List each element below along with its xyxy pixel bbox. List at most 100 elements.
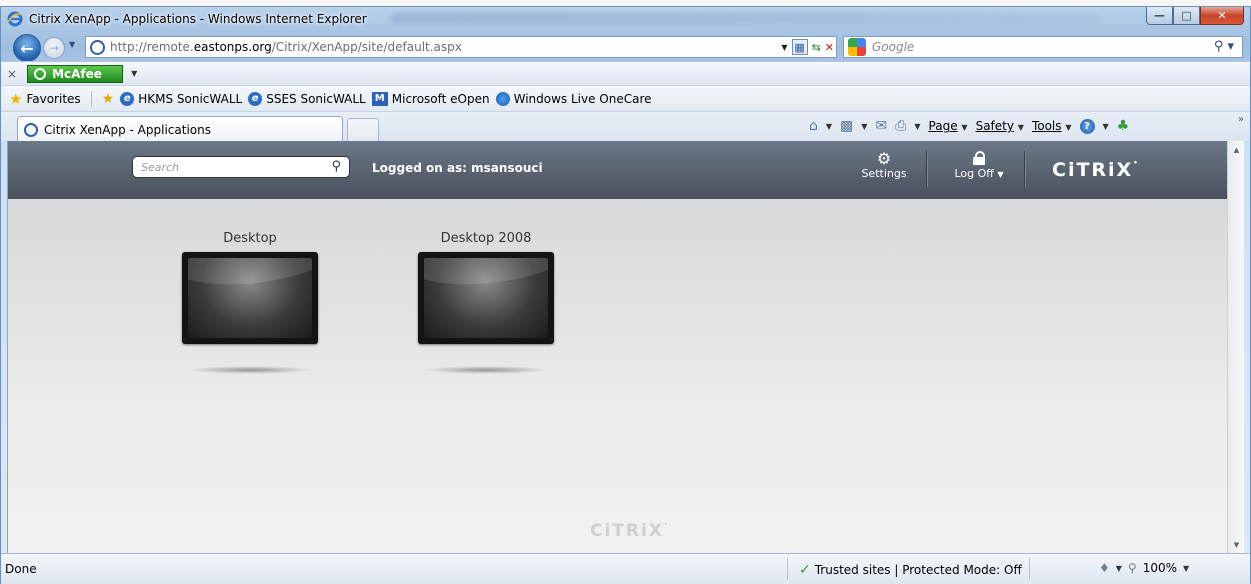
gear-icon: ⚙ (876, 149, 892, 168)
lock-icon (973, 151, 985, 165)
close-toolbar-icon[interactable]: × (7, 67, 17, 81)
mcafee-icon (34, 67, 47, 80)
log-off-button[interactable]: Log Off ▼ (948, 151, 1010, 180)
address-tools: ▼ ▦ ⇆ ✕ (781, 39, 834, 55)
window-controls: — □ ✕ (1146, 7, 1244, 25)
print-icon[interactable]: ⎙ (895, 118, 906, 134)
page-content: Search ⚲ Logged on as: msansouci ⚙ Setti… (7, 141, 1227, 553)
citrix-logo: CiTRiX• (1052, 159, 1140, 181)
page-icon (90, 39, 105, 55)
zoom-dropdown-icon[interactable]: ▼ (1183, 564, 1189, 573)
favorites-button[interactable]: ★ Favorites (9, 90, 81, 108)
app-desktop[interactable]: Desktop (182, 231, 318, 374)
favorite-label: Microsoft eOpen (391, 91, 490, 106)
address-dropdown-icon[interactable]: ▼ (781, 43, 787, 52)
print-dropdown-icon[interactable]: ▼ (914, 122, 920, 131)
back-button[interactable]: ← (13, 34, 41, 62)
search-icon[interactable]: ⚲ (331, 159, 341, 174)
status-right: ♦ ▼ ⚲ 100% ▼ (1099, 561, 1189, 575)
windows-live-icon (495, 91, 510, 106)
mcafee-label: McAfee (52, 66, 102, 81)
app-desktop-2008[interactable]: Desktop 2008 (418, 231, 554, 374)
status-divider (1029, 558, 1030, 580)
new-tab-button[interactable] (347, 118, 379, 142)
settings-label: Settings (861, 167, 907, 180)
google-icon (848, 38, 866, 56)
research-icon[interactable]: ♣ (1117, 118, 1130, 134)
security-zone[interactable]: ✓ Trusted sites | Protected Mode: Off (799, 562, 1022, 578)
chevron-right-icon[interactable]: » (1238, 114, 1244, 125)
stop-icon[interactable]: ✕ (825, 41, 834, 54)
vertical-scrollbar[interactable]: ▲ ▼ (1227, 141, 1244, 553)
check-icon: ✓ (799, 562, 811, 578)
search-placeholder: Google (872, 40, 915, 54)
mcafee-dropdown-icon[interactable]: ▼ (131, 69, 137, 78)
applications-area: Desktop Desktop 2008 CiTRiX• (8, 199, 1227, 553)
refresh-icon[interactable]: ⇆ (812, 41, 821, 54)
tab-bar: Citrix XenApp - Applications ⌂ ▼ ▩ ▼ ✉ ⎙ ▼ … (1, 111, 1250, 142)
help-icon[interactable]: ? (1079, 118, 1095, 134)
home-dropdown-icon[interactable]: ▼ (826, 122, 832, 131)
mcafee-toolbar: × McAfee ▼ (1, 61, 1250, 85)
mcafee-button[interactable]: McAfee (27, 64, 124, 83)
settings-button[interactable]: ⚙ Settings (858, 149, 910, 181)
close-button[interactable]: ✕ (1200, 7, 1244, 25)
forward-button[interactable]: → (43, 37, 65, 59)
address-url[interactable]: http://remote.eastonps.org/Citrix/XenApp… (110, 40, 462, 54)
desktop-monitor-icon[interactable] (182, 252, 318, 344)
feed-dropdown-icon[interactable]: ▼ (861, 122, 867, 131)
home-icon[interactable]: ⌂ (809, 118, 818, 134)
citrix-header: Search ⚲ Logged on as: msansouci ⚙ Setti… (8, 141, 1227, 199)
zoom-level[interactable]: 100% (1143, 561, 1177, 575)
log-off-label: Log Off (954, 167, 994, 180)
page-icon (24, 122, 38, 137)
status-bar: Done ✓ Trusted sites | Protected Mode: O… (1, 553, 1250, 584)
microsoft-icon: M (371, 91, 388, 106)
tab-label: Citrix XenApp - Applications (44, 122, 211, 137)
page-menu[interactable]: Page ▼ (929, 119, 968, 133)
history-dropdown-icon[interactable]: ▼ (69, 40, 75, 49)
help-dropdown-icon[interactable]: ▼ (1103, 122, 1109, 131)
search-icon[interactable]: ⚲ ▾ (1214, 39, 1234, 54)
favorites-divider (90, 90, 92, 107)
favorite-item[interactable]: e HKMS SonicWALL (120, 91, 243, 106)
app-name: Desktop 2008 (440, 231, 532, 246)
citrix-footer-logo: CiTRiX• (590, 521, 670, 541)
ie-icon: e (120, 91, 135, 106)
rss-feed-icon[interactable]: ▩ (840, 118, 853, 134)
safety-menu[interactable]: Safety ▼ (976, 119, 1024, 133)
logged-on-label: Logged on as: msansouci (372, 161, 543, 175)
scroll-up-icon[interactable]: ▲ (1228, 141, 1245, 158)
background-window-title (391, 12, 1101, 24)
favorites-bar: ★ Favorites ★ e HKMS SonicWALL e SSES So… (1, 85, 1250, 111)
zone-dropdown-icon[interactable]: ▼ (1116, 564, 1122, 573)
desktop-monitor-icon[interactable] (418, 252, 554, 344)
tools-menu[interactable]: Tools ▼ (1032, 119, 1072, 133)
monitor-shadow (424, 366, 548, 374)
address-bar[interactable]: http://remote.eastonps.org/Citrix/XenApp… (85, 36, 837, 58)
header-divider (926, 151, 927, 187)
star-icon: ★ (9, 89, 23, 108)
favorite-item[interactable]: e SSES SonicWALL (248, 91, 366, 106)
compatibility-view-icon[interactable]: ▦ (791, 39, 808, 55)
tab-citrix-xenapp[interactable]: Citrix XenApp - Applications (17, 116, 343, 142)
scroll-down-icon[interactable]: ▼ (1228, 536, 1245, 553)
zoom-icon[interactable]: ⚲ (1128, 561, 1137, 575)
app-name: Desktop (223, 231, 277, 246)
status-divider (787, 558, 788, 580)
favorite-item[interactable]: M Microsoft eOpen (371, 91, 490, 106)
favorite-label: SSES SonicWALL (266, 91, 366, 106)
read-mail-icon[interactable]: ✉ (875, 118, 887, 134)
favorite-label: HKMS SonicWALL (138, 91, 243, 106)
search-provider-box[interactable]: Google ⚲ ▾ (843, 36, 1243, 58)
monitor-shadow (188, 366, 312, 374)
ie-icon (7, 11, 23, 27)
add-favorite-icon[interactable]: ★ (102, 91, 115, 107)
citrix-search-input[interactable]: Search ⚲ (132, 156, 350, 178)
minimize-button[interactable]: — (1146, 7, 1173, 25)
maximize-button[interactable]: □ (1173, 7, 1200, 25)
header-divider (1024, 151, 1025, 187)
protected-mode-icon[interactable]: ♦ (1099, 561, 1110, 575)
favorite-item[interactable]: Windows Live OneCare (495, 91, 652, 106)
window-title: Citrix XenApp - Applications - Windows I… (29, 12, 367, 26)
